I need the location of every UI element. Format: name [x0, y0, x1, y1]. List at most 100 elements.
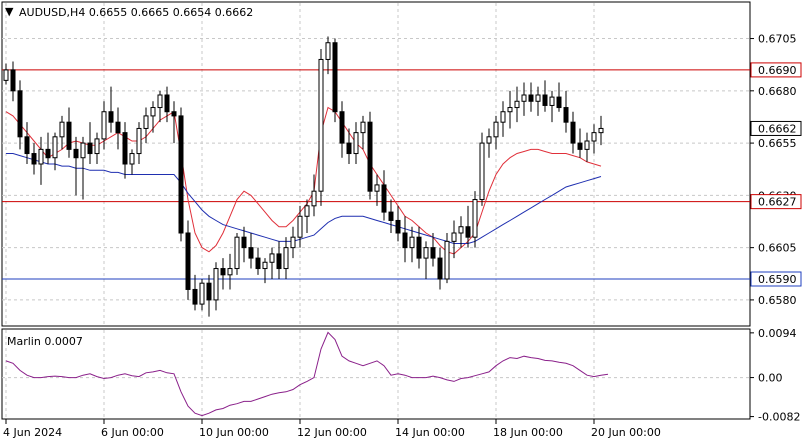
candle-body-up — [479, 142, 485, 201]
candle — [234, 233, 240, 275]
candle-body-up — [472, 199, 478, 238]
candle-body-up — [493, 121, 499, 138]
candle-body-down — [381, 184, 387, 213]
candle-body-down — [24, 136, 30, 155]
time-tick-label: 18 Jun 00:00 — [493, 426, 563, 439]
candle-body-down — [367, 121, 373, 192]
candle-body-up — [283, 247, 289, 270]
chart-menu-icon[interactable]: ▼ — [5, 5, 14, 18]
candle-body-down — [276, 253, 282, 270]
price-tick-label: 0.6580 — [758, 294, 797, 307]
candle-body-up — [38, 148, 44, 165]
candle-body-up — [591, 132, 597, 142]
price-tick-label: 0.6680 — [758, 85, 797, 98]
candle-body-down — [465, 226, 471, 238]
candle-body-up — [52, 136, 58, 159]
time-tick-label: 12 Jun 00:00 — [297, 426, 367, 439]
candle-body-down — [206, 282, 212, 301]
candle-body-down — [178, 115, 184, 234]
candle-body-up — [486, 136, 492, 144]
candle-body-down — [563, 107, 569, 123]
candle-body-down — [542, 94, 548, 106]
oscillator-tick-label: 0.00 — [758, 372, 783, 385]
candle-body-up — [458, 226, 464, 234]
candle-body-up — [59, 121, 65, 138]
candle-body-up — [101, 111, 107, 140]
candle-body-up — [3, 69, 9, 81]
chart-window: 0.67050.66800.66550.66300.66050.65800.66… — [0, 0, 809, 443]
candle-body-down — [220, 268, 226, 276]
candle-body-down — [45, 148, 51, 159]
oscillator-tick-label: -0.0082 — [758, 411, 800, 424]
candle-body-down — [528, 94, 534, 102]
oscillator-label: Marlin 0.0007 — [7, 335, 83, 348]
symbol-ohlc-label: AUDUSD,H4 0.6655 0.6665 0.6654 0.6662 — [19, 6, 253, 19]
oscillator-axis: 0.0094 0.00 -0.0082 — [750, 327, 800, 424]
candle-body-down — [570, 121, 576, 144]
time-tick-label: 14 Jun 00:00 — [395, 426, 465, 439]
candle-body-up — [353, 132, 359, 155]
candle-body-down — [339, 111, 345, 144]
candle-body-up — [304, 205, 310, 217]
candle-body-up — [150, 107, 156, 117]
price-tick-label: 0.6605 — [758, 242, 797, 255]
candle-body-down — [416, 236, 422, 259]
candle-body-down — [108, 111, 114, 123]
candle — [318, 49, 324, 206]
candle-body-up — [325, 42, 331, 60]
candle-body-up — [297, 215, 303, 238]
candle-body-down — [73, 148, 79, 159]
candle — [367, 111, 373, 200]
candle-body-up — [521, 94, 527, 102]
candle-body-up — [409, 236, 415, 249]
candle-body-up — [262, 261, 268, 270]
price-tick-label: 0.6705 — [758, 33, 797, 46]
time-tick-label: 6 Jun 00:00 — [101, 426, 164, 439]
oscillator-tick-label: 0.0094 — [758, 327, 797, 340]
price-axis: 0.67050.66800.66550.66300.66050.65800.66… — [750, 33, 802, 307]
candle-body-up — [157, 94, 163, 109]
candle-body-up — [514, 100, 520, 109]
candle-body-down — [164, 94, 170, 113]
candle-body-down — [10, 69, 16, 92]
candle-body-down — [402, 232, 408, 249]
time-axis: 4 Jun 2024 6 Jun 00:00 10 Jun 00:00 12 Jun … — [3, 419, 661, 439]
candle-body-up — [549, 96, 555, 106]
level-label: 0.6690 — [758, 64, 797, 77]
candle-body-up — [227, 268, 233, 276]
candle-body-up — [451, 232, 457, 242]
candle-body-down — [241, 236, 247, 249]
oscillator-panel-frame — [1, 328, 751, 420]
candle-body-down — [248, 247, 254, 259]
time-tick-label: 10 Jun 00:00 — [199, 426, 269, 439]
candle-body-up — [143, 115, 149, 129]
candle-body-up — [129, 153, 135, 165]
candle-body-down — [255, 257, 261, 270]
candle-body-up — [360, 121, 366, 134]
candle-body-down — [87, 142, 93, 155]
candle-body-up — [500, 111, 506, 123]
candle-body-up — [598, 127, 604, 134]
candle-body-down — [430, 247, 436, 259]
candle-body-up — [234, 236, 240, 270]
current-price-label: 0.6662 — [758, 122, 797, 135]
candle-body-up — [311, 190, 317, 207]
candle — [479, 132, 485, 206]
candle-body-up — [290, 236, 296, 249]
candle-body-down — [332, 42, 338, 113]
candle-body-down — [31, 153, 37, 165]
candle-body-up — [199, 282, 205, 305]
candle-body-up — [374, 184, 380, 192]
candle-body-up — [136, 127, 142, 155]
time-tick-label: 20 Jun 00:00 — [591, 426, 661, 439]
candle-body-down — [388, 211, 394, 221]
candle-body-down — [66, 121, 72, 150]
price-tick-label: 0.6655 — [758, 137, 797, 150]
candle-body-down — [115, 121, 121, 134]
candle-body-up — [318, 58, 324, 192]
candle-body-down — [171, 111, 177, 117]
candle-body-down — [577, 142, 583, 150]
candle-body-down — [395, 219, 401, 234]
time-tick-label: 4 Jun 2024 — [3, 426, 62, 439]
candle-body-up — [507, 107, 513, 113]
